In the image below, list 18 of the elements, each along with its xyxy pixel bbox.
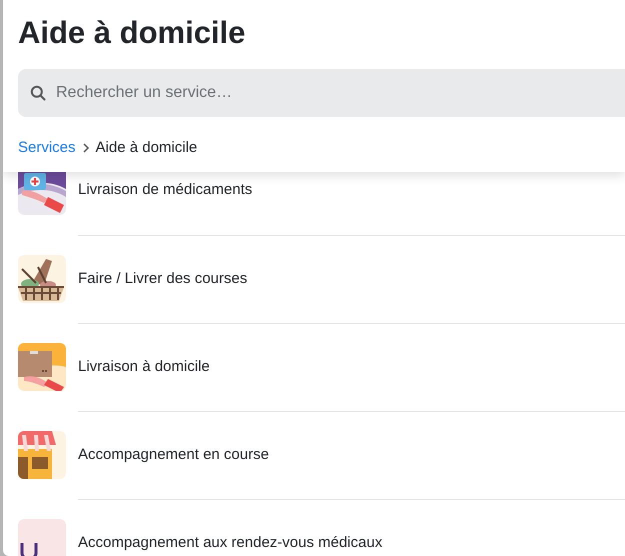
service-label: Faire / Livrer des courses xyxy=(78,268,248,289)
service-item[interactable]: Accompagnement aux rendez-vous médicaux xyxy=(3,498,625,556)
service-item[interactable]: Accompagnement en course xyxy=(3,410,625,499)
service-item[interactable]: Livraison à domicile xyxy=(3,322,625,411)
search-field[interactable]: Rechercher un service… xyxy=(18,69,625,118)
page-title: Aide à domicile xyxy=(18,14,246,52)
breadcrumb-current: Aide à domicile xyxy=(96,138,198,158)
breadcrumb-link[interactable]: Services xyxy=(18,137,76,160)
service-label: Accompagnement en course xyxy=(78,444,269,465)
shop-icon xyxy=(18,430,66,479)
service-item[interactable]: Faire / Livrer des courses xyxy=(3,234,625,323)
chevron-icon xyxy=(82,143,90,154)
basket-icon xyxy=(18,254,66,303)
service-label: Accompagnement aux rendez-vous médicaux xyxy=(78,532,382,553)
parcel-icon xyxy=(18,342,66,391)
service-label: Livraison à domicile xyxy=(78,356,210,377)
service-label: Livraison de médicaments xyxy=(78,180,252,200)
service-item[interactable]: Livraison de médicaments xyxy=(3,172,625,235)
